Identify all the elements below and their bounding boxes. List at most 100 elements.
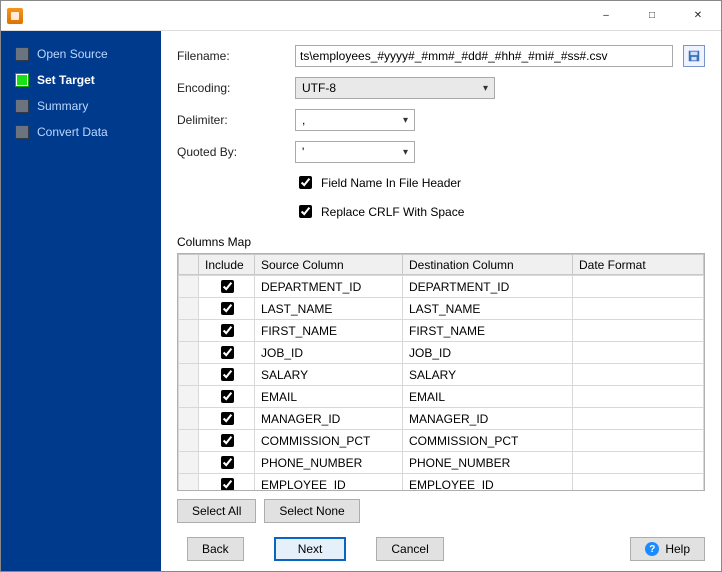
next-button[interactable]: Next bbox=[274, 537, 347, 561]
destination-column-cell[interactable]: DEPARTMENT_ID bbox=[403, 276, 573, 298]
destination-column-cell[interactable]: COMMISSION_PCT bbox=[403, 430, 573, 452]
step-set-target[interactable]: Set Target bbox=[1, 67, 161, 93]
help-button[interactable]: ? Help bbox=[630, 537, 705, 561]
row-handle[interactable] bbox=[179, 364, 199, 386]
minimize-button[interactable]: – bbox=[583, 1, 629, 30]
include-checkbox[interactable] bbox=[221, 346, 234, 359]
row-handle[interactable] bbox=[179, 298, 199, 320]
source-column-cell[interactable]: FIRST_NAME bbox=[255, 320, 403, 342]
delimiter-select[interactable]: , ▾ bbox=[295, 109, 415, 131]
table-row[interactable]: JOB_IDJOB_ID bbox=[179, 342, 704, 364]
table-row[interactable]: EMPLOYEE_IDEMPLOYEE_ID bbox=[179, 474, 704, 491]
help-icon: ? bbox=[645, 542, 659, 556]
field-name-header-checkbox[interactable] bbox=[299, 176, 312, 189]
select-none-button[interactable]: Select None bbox=[264, 499, 359, 523]
include-checkbox[interactable] bbox=[221, 368, 234, 381]
row-handle[interactable] bbox=[179, 320, 199, 342]
source-column-cell[interactable]: EMPLOYEE_ID bbox=[255, 474, 403, 491]
source-column-cell[interactable]: SALARY bbox=[255, 364, 403, 386]
row-handle[interactable] bbox=[179, 474, 199, 491]
row-handle[interactable] bbox=[179, 408, 199, 430]
include-checkbox[interactable] bbox=[221, 302, 234, 315]
destination-column-cell[interactable]: FIRST_NAME bbox=[403, 320, 573, 342]
source-column-cell[interactable]: MANAGER_ID bbox=[255, 408, 403, 430]
table-row[interactable]: EMAILEMAIL bbox=[179, 386, 704, 408]
row-handle[interactable] bbox=[179, 452, 199, 474]
date-format-cell[interactable] bbox=[573, 430, 704, 452]
source-column-cell[interactable]: LAST_NAME bbox=[255, 298, 403, 320]
date-format-cell[interactable] bbox=[573, 452, 704, 474]
include-header[interactable]: Include bbox=[199, 255, 255, 275]
maximize-button[interactable]: □ bbox=[629, 1, 675, 30]
back-button[interactable]: Back bbox=[187, 537, 244, 561]
quoted-label: Quoted By: bbox=[177, 145, 285, 159]
field-name-header-label: Field Name In File Header bbox=[321, 176, 461, 190]
include-checkbox[interactable] bbox=[221, 478, 234, 490]
delimiter-value: , bbox=[302, 113, 305, 127]
table-row[interactable]: COMMISSION_PCTCOMMISSION_PCT bbox=[179, 430, 704, 452]
include-checkbox[interactable] bbox=[221, 412, 234, 425]
source-column-cell[interactable]: JOB_ID bbox=[255, 342, 403, 364]
include-checkbox[interactable] bbox=[221, 456, 234, 469]
step-convert-data[interactable]: Convert Data bbox=[1, 119, 161, 145]
destination-column-cell[interactable]: LAST_NAME bbox=[403, 298, 573, 320]
row-handle[interactable] bbox=[179, 386, 199, 408]
table-row[interactable]: FIRST_NAMEFIRST_NAME bbox=[179, 320, 704, 342]
step-label: Convert Data bbox=[37, 125, 108, 139]
table-row[interactable]: SALARYSALARY bbox=[179, 364, 704, 386]
select-all-button[interactable]: Select All bbox=[177, 499, 256, 523]
include-checkbox[interactable] bbox=[221, 324, 234, 337]
step-open-source[interactable]: Open Source bbox=[1, 41, 161, 67]
destination-column-cell[interactable]: PHONE_NUMBER bbox=[403, 452, 573, 474]
date-format-cell[interactable] bbox=[573, 386, 704, 408]
browse-file-button[interactable] bbox=[683, 45, 705, 67]
table-row[interactable]: MANAGER_IDMANAGER_ID bbox=[179, 408, 704, 430]
filename-input[interactable] bbox=[295, 45, 673, 67]
encoding-select[interactable]: UTF-8 ▾ bbox=[295, 77, 495, 99]
columns-map-heading: Columns Map bbox=[177, 235, 705, 249]
chevron-down-icon: ▾ bbox=[483, 83, 488, 94]
destination-column-cell[interactable]: EMPLOYEE_ID bbox=[403, 474, 573, 491]
destination-column-cell[interactable]: SALARY bbox=[403, 364, 573, 386]
include-checkbox[interactable] bbox=[221, 434, 234, 447]
table-row[interactable]: DEPARTMENT_IDDEPARTMENT_ID bbox=[179, 276, 704, 298]
delimiter-label: Delimiter: bbox=[177, 113, 285, 127]
date-format-cell[interactable] bbox=[573, 276, 704, 298]
step-summary[interactable]: Summary bbox=[1, 93, 161, 119]
source-column-cell[interactable]: PHONE_NUMBER bbox=[255, 452, 403, 474]
date-format-cell[interactable] bbox=[573, 364, 704, 386]
step-label: Summary bbox=[37, 99, 88, 113]
date-format-header[interactable]: Date Format bbox=[573, 255, 704, 275]
destination-column-cell[interactable]: JOB_ID bbox=[403, 342, 573, 364]
destination-column-header[interactable]: Destination Column bbox=[403, 255, 573, 275]
row-handle[interactable] bbox=[179, 430, 199, 452]
row-handle[interactable] bbox=[179, 276, 199, 298]
close-button[interactable]: ✕ bbox=[675, 1, 721, 30]
date-format-cell[interactable] bbox=[573, 474, 704, 491]
app-window: – □ ✕ Open Source Set Target Summary Con… bbox=[0, 0, 722, 572]
date-format-cell[interactable] bbox=[573, 298, 704, 320]
destination-column-cell[interactable]: EMAIL bbox=[403, 386, 573, 408]
table-row[interactable]: LAST_NAMELAST_NAME bbox=[179, 298, 704, 320]
source-column-cell[interactable]: EMAIL bbox=[255, 386, 403, 408]
include-checkbox[interactable] bbox=[221, 390, 234, 403]
cancel-button[interactable]: Cancel bbox=[376, 537, 443, 561]
table-row[interactable]: PHONE_NUMBERPHONE_NUMBER bbox=[179, 452, 704, 474]
step-label: Open Source bbox=[37, 47, 108, 61]
step-box-icon bbox=[15, 125, 29, 139]
include-checkbox[interactable] bbox=[221, 280, 234, 293]
columns-map-table: Include Source Column Destination Column… bbox=[177, 253, 705, 491]
step-box-icon bbox=[15, 47, 29, 61]
date-format-cell[interactable] bbox=[573, 320, 704, 342]
date-format-cell[interactable] bbox=[573, 408, 704, 430]
replace-crlf-checkbox[interactable] bbox=[299, 205, 312, 218]
quoted-select[interactable]: ' ▾ bbox=[295, 141, 415, 163]
row-handle[interactable] bbox=[179, 342, 199, 364]
row-handle-header bbox=[179, 255, 199, 275]
source-column-cell[interactable]: DEPARTMENT_ID bbox=[255, 276, 403, 298]
chevron-down-icon: ▾ bbox=[403, 147, 408, 158]
date-format-cell[interactable] bbox=[573, 342, 704, 364]
source-column-header[interactable]: Source Column bbox=[255, 255, 403, 275]
destination-column-cell[interactable]: MANAGER_ID bbox=[403, 408, 573, 430]
source-column-cell[interactable]: COMMISSION_PCT bbox=[255, 430, 403, 452]
